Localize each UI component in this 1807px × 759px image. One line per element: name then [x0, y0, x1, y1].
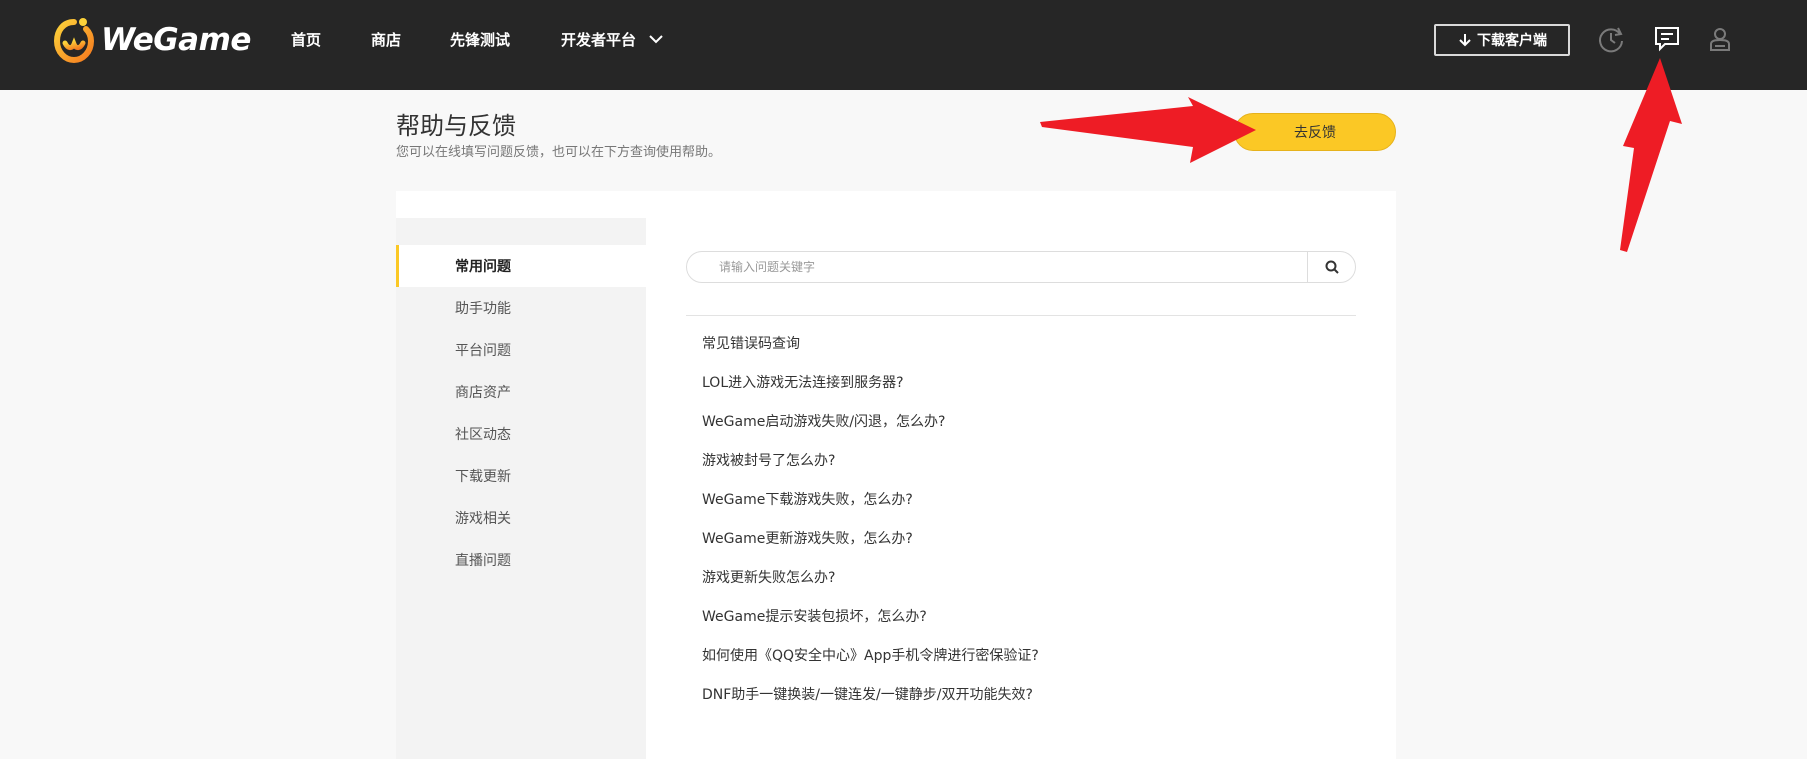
page-subtitle: 您可以在线填写问题反馈，也可以在下方查询使用帮助。 [396, 145, 722, 160]
sidebar-item-platform[interactable]: 平台问题 [396, 329, 646, 371]
sidebar-item-assistant[interactable]: 助手功能 [396, 287, 646, 329]
faq-link[interactable]: LOL进入游戏无法连接到服务器? [702, 372, 904, 394]
wegame-logo-icon [53, 18, 95, 64]
nav-store[interactable]: 商店 [371, 28, 401, 52]
history-icon[interactable] [1596, 24, 1626, 54]
page-title: 帮助与反馈 [396, 112, 516, 140]
chevron-down-icon[interactable] [647, 30, 665, 48]
faq-link[interactable]: DNF助手一键换装/一键连发/一键静步/双开功能失效? [702, 684, 1033, 706]
nav-beta-test[interactable]: 先锋测试 [450, 28, 510, 52]
search-button[interactable] [1307, 252, 1355, 282]
feedback-icon[interactable] [1652, 24, 1682, 54]
nav-developer-platform[interactable]: 开发者平台 [561, 28, 636, 52]
brand-name: WeGame [101, 22, 251, 58]
nav-home[interactable]: 首页 [291, 28, 321, 52]
sidebar-item-live-stream[interactable]: 直播问题 [396, 539, 646, 581]
faq-link[interactable]: WeGame更新游戏失败，怎么办? [702, 528, 913, 550]
search-icon [1325, 260, 1339, 274]
download-client-button[interactable]: 下载客户端 [1434, 24, 1570, 56]
sidebar-item-store-assets[interactable]: 商店资产 [396, 371, 646, 413]
download-client-label: 下载客户端 [1477, 33, 1547, 49]
sidebar-item-common-questions[interactable]: 常用问题 [396, 245, 646, 287]
go-feedback-button[interactable]: 去反馈 [1234, 113, 1396, 151]
sidebar-item-game-related[interactable]: 游戏相关 [396, 497, 646, 539]
sidebar-item-download-update[interactable]: 下载更新 [396, 455, 646, 497]
download-arrow-icon [1459, 34, 1471, 47]
faq-link[interactable]: 游戏被封号了怎么办? [702, 450, 835, 472]
faq-link[interactable]: WeGame提示安装包损坏，怎么办? [702, 606, 927, 628]
wegame-logo[interactable]: WeGame [53, 16, 251, 64]
search-box [686, 251, 1356, 283]
faq-link[interactable]: WeGame下载游戏失败，怎么办? [702, 489, 913, 511]
sidebar-item-community[interactable]: 社区动态 [396, 413, 646, 455]
top-navigation-bar: WeGame 首页 商店 先锋测试 开发者平台 下载客户端 [0, 0, 1807, 90]
faq-link[interactable]: 游戏更新失败怎么办? [702, 567, 835, 589]
user-icon[interactable] [1705, 24, 1735, 54]
faq-link[interactable]: WeGame启动游戏失败/闪退，怎么办? [702, 411, 945, 433]
faq-link[interactable]: 如何使用《QQ安全中心》App手机令牌进行密保验证? [702, 645, 1039, 667]
divider [686, 315, 1356, 316]
annotation-arrow-to-feedback-button [1040, 97, 1256, 163]
faq-link[interactable]: 常见错误码查询 [702, 333, 800, 355]
search-input[interactable] [687, 252, 1293, 282]
